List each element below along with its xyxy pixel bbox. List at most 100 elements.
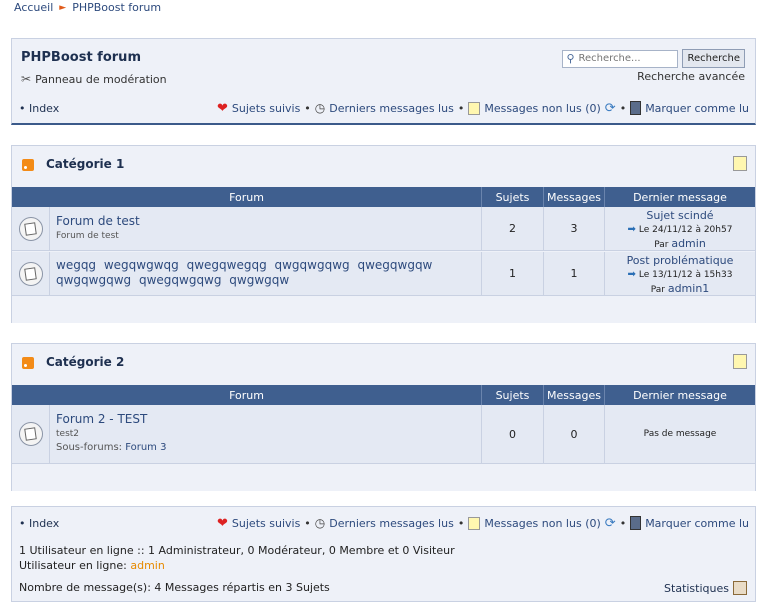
moderation-link[interactable]: ✂ Panneau de modération bbox=[21, 72, 167, 86]
forum-name-link[interactable]: wegqg wegqwgwqg qwegqwegqg qwgqwgqwg qwe… bbox=[56, 258, 475, 288]
rss-icon[interactable] bbox=[22, 357, 34, 369]
nav-separator: • bbox=[619, 516, 627, 530]
col-forum: Forum bbox=[12, 187, 482, 207]
search-icon: ⚲ bbox=[566, 52, 575, 65]
mark-read-link[interactable]: Marquer comme lu bbox=[645, 102, 749, 115]
nav-separator: • bbox=[457, 516, 465, 530]
category-header: Catégorie 1 bbox=[12, 146, 755, 187]
online-user-link[interactable]: admin bbox=[130, 559, 164, 572]
messages-summary: Nombre de message(s): 4 Messages réparti… bbox=[19, 581, 330, 594]
bottom-navbar: • Index ❤ Sujets suivis • ◷ Derniers mes… bbox=[12, 514, 755, 532]
forum-footer: • Index ❤ Sujets suivis • ◷ Derniers mes… bbox=[11, 506, 756, 602]
nav-links: ❤ Sujets suivis • ◷ Derniers messages lu… bbox=[217, 101, 749, 116]
forum-name-link[interactable]: Forum 2 - TEST bbox=[56, 412, 475, 426]
last-message-date: ➡ Le 24/11/12 à 20h57 bbox=[605, 223, 755, 237]
by-label: Par bbox=[654, 240, 669, 250]
forum-name-link[interactable]: Forum de test bbox=[56, 214, 475, 228]
messages-count: 1 bbox=[544, 252, 605, 295]
col-topics: Sujets bbox=[482, 187, 544, 207]
col-messages: Messages bbox=[544, 385, 605, 405]
followed-topics-link[interactable]: Sujets suivis bbox=[232, 517, 300, 530]
category-2: Catégorie 2 Forum Sujets Messages Dernie… bbox=[11, 343, 756, 491]
last-read-link[interactable]: Derniers messages lus bbox=[329, 102, 454, 115]
note-icon bbox=[468, 101, 481, 115]
last-topic-link[interactable]: Sujet scindé bbox=[605, 209, 755, 223]
breadcrumb-current-link[interactable]: PHPBoost forum bbox=[72, 1, 161, 14]
refresh-icon[interactable]: ⟳ bbox=[605, 101, 616, 116]
forum-status-icon bbox=[18, 422, 43, 446]
breadcrumb-home-link[interactable]: Accueil bbox=[14, 1, 53, 14]
table-row: Forum de test Forum de test 2 3 Sujet sc… bbox=[12, 207, 755, 251]
online-users: Utilisateur en ligne: admin bbox=[19, 559, 165, 572]
messages-count: 3 bbox=[544, 207, 605, 250]
statistics-label: Statistiques bbox=[664, 581, 729, 595]
nav-separator: • bbox=[457, 101, 465, 115]
no-message-text: Pas de message bbox=[643, 429, 717, 439]
tools-icon: ✂ bbox=[21, 72, 32, 86]
top-navbar: • Index ❤ Sujets suivis • ◷ Derniers mes… bbox=[12, 99, 755, 117]
forum-description: Forum de test bbox=[56, 231, 119, 241]
col-last-message: Dernier message bbox=[633, 190, 727, 204]
nav-separator: • bbox=[304, 101, 311, 115]
rss-icon[interactable] bbox=[22, 159, 34, 171]
search-field: ⚲ bbox=[562, 49, 679, 68]
advanced-search-link[interactable]: Recherche avancée bbox=[637, 70, 745, 83]
table-row: wegqg wegqwgwqg qwegqwegqg qwgqwgqwg qwe… bbox=[12, 252, 755, 296]
last-message-date: ➡ Le 13/11/12 à 15h33 bbox=[605, 268, 755, 282]
table-header: Forum Sujets Messages Dernier message bbox=[12, 385, 755, 405]
goto-arrow-icon[interactable]: ➡ bbox=[628, 223, 636, 237]
note-icon bbox=[468, 516, 481, 530]
breadcrumb-arrow-icon: ► bbox=[59, 2, 67, 13]
forum-status-icon bbox=[18, 216, 43, 241]
by-label: Par bbox=[650, 285, 665, 295]
breadcrumb: Accueil ► PHPBoost forum bbox=[14, 1, 161, 14]
moderation-label: Panneau de modération bbox=[35, 72, 167, 86]
category-footer bbox=[12, 297, 755, 323]
search-form: ⚲ Recherche bbox=[562, 49, 745, 68]
unread-messages-link[interactable]: Messages non lus (0) bbox=[484, 102, 600, 115]
forum-cell: Forum 2 - TEST test2 Sous-forums: Forum … bbox=[50, 405, 482, 463]
online-users-label: Utilisateur en ligne: bbox=[19, 559, 127, 572]
new-topic-icon[interactable] bbox=[733, 354, 747, 369]
table-header: Forum Sujets Messages Dernier message bbox=[12, 187, 755, 207]
category-title[interactable]: Catégorie 1 bbox=[46, 157, 124, 171]
col-messages: Messages bbox=[544, 187, 605, 207]
refresh-icon[interactable]: ⟳ bbox=[605, 516, 616, 531]
date-text: Le 13/11/12 à 15h33 bbox=[638, 270, 733, 280]
category-footer bbox=[12, 465, 755, 491]
statistics-link[interactable]: Statistiques bbox=[664, 581, 747, 595]
subforums: Sous-forums: Forum 3 bbox=[56, 442, 475, 453]
nav-links: ❤ Sujets suivis • ◷ Derniers messages lu… bbox=[217, 516, 749, 531]
index-link[interactable]: • Index bbox=[19, 517, 59, 530]
book-icon bbox=[630, 516, 642, 530]
followed-topics-link[interactable]: Sujets suivis bbox=[232, 102, 300, 115]
heart-icon: ❤ bbox=[217, 515, 228, 531]
author-link[interactable]: admin1 bbox=[668, 282, 709, 295]
goto-arrow-icon[interactable]: ➡ bbox=[628, 268, 636, 282]
clock-icon: ◷ bbox=[314, 516, 326, 530]
search-input[interactable] bbox=[576, 52, 667, 65]
subforums-label: Sous-forums: bbox=[56, 442, 123, 453]
mark-read-link[interactable]: Marquer comme lu bbox=[645, 517, 749, 530]
online-summary: 1 Utilisateur en ligne :: 1 Administrate… bbox=[19, 544, 455, 557]
last-author: Par admin bbox=[605, 237, 755, 252]
topics-count: 0 bbox=[482, 405, 544, 463]
unread-messages-link[interactable]: Messages non lus (0) bbox=[484, 517, 600, 530]
nav-separator: • bbox=[304, 516, 311, 530]
subforum-link[interactable]: Forum 3 bbox=[125, 442, 166, 453]
category-header: Catégorie 2 bbox=[12, 344, 755, 385]
forum-header: PHPBoost forum ✂ Panneau de modération ⚲… bbox=[11, 38, 756, 125]
new-topic-icon[interactable] bbox=[733, 156, 747, 171]
topics-count: 2 bbox=[482, 207, 544, 250]
index-link[interactable]: • Index bbox=[19, 102, 59, 115]
last-read-link[interactable]: Derniers messages lus bbox=[329, 517, 454, 530]
col-topics: Sujets bbox=[482, 385, 544, 405]
search-button[interactable]: Recherche bbox=[682, 49, 745, 68]
forum-status-cell bbox=[12, 405, 50, 463]
author-link[interactable]: admin bbox=[671, 237, 705, 250]
book-icon bbox=[630, 101, 642, 115]
forum-status-icon bbox=[18, 261, 43, 286]
forum-description: test2 bbox=[56, 429, 80, 439]
category-title[interactable]: Catégorie 2 bbox=[46, 355, 124, 369]
last-topic-link[interactable]: Post problématique bbox=[605, 254, 755, 268]
